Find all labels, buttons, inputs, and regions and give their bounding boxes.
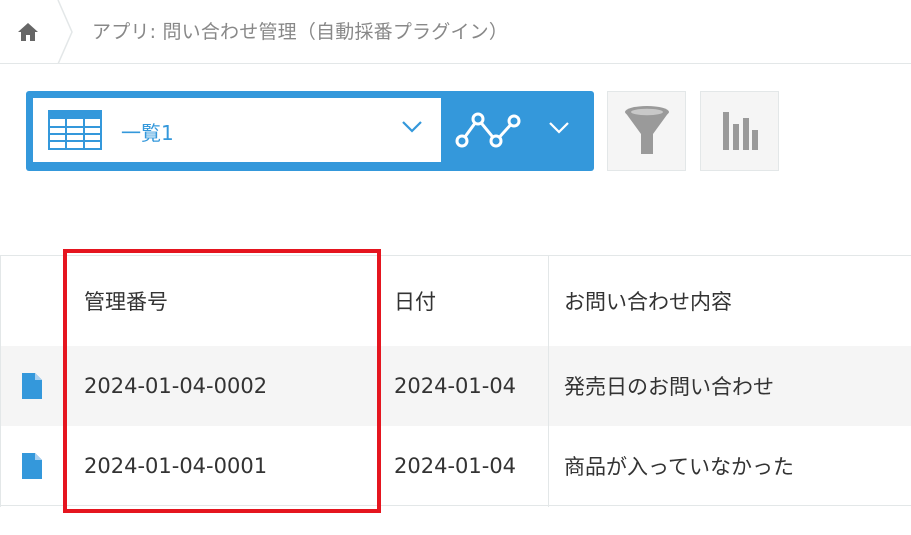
table-row: 2024-01-04-0002 2024-01-04 発売日のお問い合わせ — [0, 346, 911, 426]
view-selector-bar: 一覧1 — [26, 91, 594, 171]
record-detail-link[interactable] — [0, 346, 63, 426]
chart-button[interactable] — [700, 91, 779, 171]
line-graph-icon — [455, 112, 521, 148]
filter-icon — [624, 106, 669, 154]
chevron-down-icon — [402, 121, 422, 133]
table-header-row: 管理番号 日付 お問い合わせ内容 — [0, 255, 911, 346]
document-icon — [21, 452, 42, 479]
cell-date: 2024-01-04 — [394, 453, 517, 478]
column-divider — [0, 255, 1, 507]
cell-date: 2024-01-04 — [394, 374, 517, 398]
filter-button[interactable] — [607, 91, 686, 171]
table-row: 2024-01-04-0001 2024-01-04 商品が入っていなかった — [0, 426, 911, 506]
home-button[interactable] — [0, 0, 56, 64]
cell-content: 発売日のお問い合わせ — [564, 375, 774, 399]
column-divider — [548, 255, 549, 507]
table-view-icon — [48, 110, 102, 150]
home-icon — [18, 23, 38, 41]
record-detail-link[interactable] — [0, 426, 63, 505]
cell-number: 2024-01-04-0001 — [84, 453, 268, 478]
breadcrumb: アプリ: 問い合わせ管理（自動採番プラグイン） — [0, 0, 911, 64]
breadcrumb-separator — [57, 0, 73, 64]
cell-number: 2024-01-04-0002 — [84, 374, 268, 398]
bar-chart-icon — [722, 112, 758, 150]
cell-content: 商品が入っていなかった — [564, 454, 794, 479]
graph-view-button[interactable] — [454, 109, 524, 153]
column-header-number[interactable]: 管理番号 — [84, 256, 168, 346]
view-name: 一覧1 — [121, 121, 174, 145]
column-header-date[interactable]: 日付 — [394, 256, 436, 346]
document-icon — [21, 373, 42, 399]
breadcrumb-app-link[interactable]: アプリ: 問い合わせ管理（自動採番プラグイン） — [92, 17, 508, 44]
column-divider — [379, 255, 380, 507]
column-header-content[interactable]: お問い合わせ内容 — [564, 256, 732, 346]
graph-chevron-down-icon[interactable] — [548, 121, 570, 135]
view-dropdown[interactable]: 一覧1 — [33, 98, 441, 162]
